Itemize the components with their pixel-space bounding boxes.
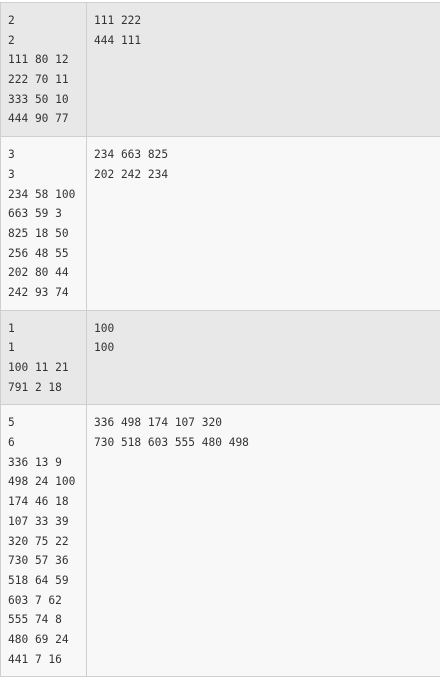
input-line: 111 80 12 <box>8 50 79 70</box>
input-line: 5 <box>8 413 79 433</box>
input-line: 234 58 100 <box>8 185 79 205</box>
input-line: 1 <box>8 319 79 339</box>
input-line: 107 33 39 <box>8 512 79 532</box>
sample-row-2: 3 3 234 58 100 663 59 3 825 18 50 256 48… <box>1 137 440 311</box>
input-line: 480 69 24 <box>8 630 79 650</box>
input-line: 6 <box>8 433 79 453</box>
sample-row-4: 5 6 336 13 9 498 24 100 174 46 18 107 33… <box>1 405 440 677</box>
sample-io-table: 2 2 111 80 12 222 70 11 333 50 10 444 90… <box>0 2 440 677</box>
input-line: 730 57 36 <box>8 551 79 571</box>
output-line: 111 222 <box>94 11 433 31</box>
output-line: 234 663 825 <box>94 145 433 165</box>
input-line: 2 <box>8 11 79 31</box>
sample-io-body: 2 2 111 80 12 222 70 11 333 50 10 444 90… <box>1 3 440 677</box>
input-line: 2 <box>8 31 79 51</box>
input-line: 825 18 50 <box>8 224 79 244</box>
output-line: 100 <box>94 338 433 358</box>
output-line: 202 242 234 <box>94 165 433 185</box>
output-line: 100 <box>94 319 433 339</box>
input-line: 222 70 11 <box>8 70 79 90</box>
sample-input-cell: 2 2 111 80 12 222 70 11 333 50 10 444 90… <box>1 3 87 137</box>
sample-input-cell: 5 6 336 13 9 498 24 100 174 46 18 107 33… <box>1 405 87 677</box>
output-line: 444 111 <box>94 31 433 51</box>
input-line: 498 24 100 <box>8 472 79 492</box>
sample-output-cell: 100 100 <box>87 310 440 405</box>
sample-output-cell: 111 222 444 111 <box>87 3 440 137</box>
input-line: 100 11 21 <box>8 358 79 378</box>
input-line: 518 64 59 <box>8 571 79 591</box>
input-line: 555 74 8 <box>8 610 79 630</box>
input-line: 1 <box>8 338 79 358</box>
sample-output-cell: 336 498 174 107 320 730 518 603 555 480 … <box>87 405 440 677</box>
sample-output-cell: 234 663 825 202 242 234 <box>87 137 440 311</box>
sample-row-1: 2 2 111 80 12 222 70 11 333 50 10 444 90… <box>1 3 440 137</box>
input-line: 333 50 10 <box>8 90 79 110</box>
input-line: 202 80 44 <box>8 263 79 283</box>
input-line: 3 <box>8 145 79 165</box>
input-line: 663 59 3 <box>8 204 79 224</box>
input-line: 603 7 62 <box>8 591 79 611</box>
input-line: 256 48 55 <box>8 244 79 264</box>
sample-row-3: 1 1 100 11 21 791 2 18 100 100 <box>1 310 440 405</box>
input-line: 791 2 18 <box>8 378 79 398</box>
input-line: 336 13 9 <box>8 453 79 473</box>
output-line: 730 518 603 555 480 498 <box>94 433 433 453</box>
input-line: 441 7 16 <box>8 650 79 670</box>
sample-input-cell: 1 1 100 11 21 791 2 18 <box>1 310 87 405</box>
input-line: 174 46 18 <box>8 492 79 512</box>
input-line: 242 93 74 <box>8 283 79 303</box>
output-line: 336 498 174 107 320 <box>94 413 433 433</box>
input-line: 3 <box>8 165 79 185</box>
sample-input-cell: 3 3 234 58 100 663 59 3 825 18 50 256 48… <box>1 137 87 311</box>
input-line: 320 75 22 <box>8 532 79 552</box>
input-line: 444 90 77 <box>8 109 79 129</box>
